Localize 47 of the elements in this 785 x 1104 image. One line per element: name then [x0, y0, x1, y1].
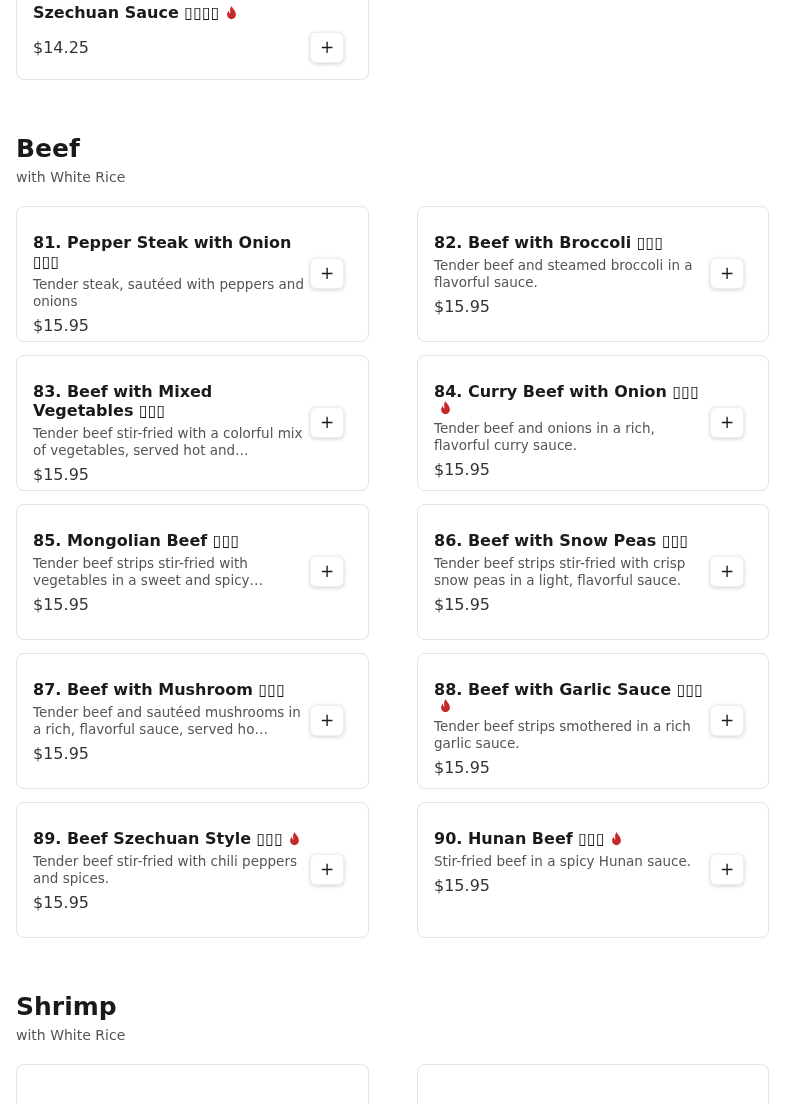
item-price: $15.95	[434, 296, 491, 318]
item-name: 88. Beef with Garlic Sauce ▯▯▯	[434, 680, 704, 699]
add-button[interactable]: +	[710, 257, 744, 289]
item-price: $15.95	[33, 464, 90, 486]
item-description: Tender beef and onions in a rich, flavorful curry sauce.	[434, 420, 656, 454]
item-description: Tender steak, sautéed with peppers and onions	[33, 276, 305, 310]
item-price: $15.95	[434, 594, 491, 616]
item-description: Stir-fried beef in a spicy Hunan sauce.	[434, 853, 693, 870]
item-price: $15.95	[33, 743, 90, 765]
add-button[interactable]: +	[710, 555, 744, 587]
item-description: Tender beef strips stir-fried with crisp snow peas in a light, flavorful sauce.	[434, 555, 687, 589]
add-button[interactable]: +	[310, 555, 344, 587]
item-description: Tender beef and sautéed mushrooms in a rich, flavorful sauce, served ho…	[33, 704, 302, 738]
item-name: 84. Curry Beef with Onion ▯▯▯	[434, 382, 699, 401]
item-price: $15.95	[33, 315, 90, 337]
section-subtitle: with White Rice	[16, 168, 127, 187]
item-price: $15.95	[33, 892, 90, 914]
item-price: $15.95	[434, 875, 491, 897]
add-button[interactable]: +	[710, 704, 744, 736]
item-name: 89. Beef Szechuan Style ▯▯▯	[33, 829, 283, 848]
item-name: 85. Mongolian Beef ▯▯▯	[33, 531, 240, 550]
item-description: Tender beef stir-fried with a colorful mix of vegetables, served hot and…	[33, 425, 304, 459]
item-name: 81. Pepper Steak with Onion ▯▯▯	[33, 233, 293, 271]
section-title: Shrimp	[16, 992, 118, 1022]
item-name: 90. Hunan Beef ▯▯▯	[434, 829, 605, 848]
add-button[interactable]: +	[310, 704, 344, 736]
add-button[interactable]: +	[310, 406, 344, 438]
add-button[interactable]: +	[710, 853, 744, 885]
item-description: Tender beef and steamed broccoli in a flavorful sauce.	[434, 257, 694, 291]
item-price: $14.25	[33, 36, 89, 59]
item-description: Tender beef strips stir-fried with vegetables in a sweet and spicy…	[33, 555, 265, 589]
add-button[interactable]: +	[310, 32, 344, 63]
section-subtitle: with White Rice	[16, 1026, 127, 1045]
item-description: Tender beef strips smothered in a rich garlic sauce.	[434, 718, 692, 752]
item-name: 82. Beef with Broccoli ▯▯▯	[434, 233, 664, 252]
section-title: Beef	[16, 134, 81, 164]
item-price: $15.95	[434, 459, 491, 481]
item-price: $15.95	[434, 757, 491, 779]
item-name: Szechuan Sauce ▯▯▯▯	[33, 3, 220, 22]
item-description: Tender beef stir-fried with chili peppers and spices.	[33, 853, 298, 887]
add-button[interactable]: +	[710, 406, 744, 438]
item-name: 86. Beef with Snow Peas ▯▯▯	[434, 531, 689, 550]
item-price: $15.95	[33, 594, 90, 616]
add-button[interactable]: +	[310, 257, 344, 289]
item-name: 87. Beef with Mushroom ▯▯▯	[33, 680, 285, 699]
add-button[interactable]: +	[310, 853, 344, 885]
item-name: 83. Beef with Mixed Vegetables ▯▯▯	[33, 382, 214, 420]
